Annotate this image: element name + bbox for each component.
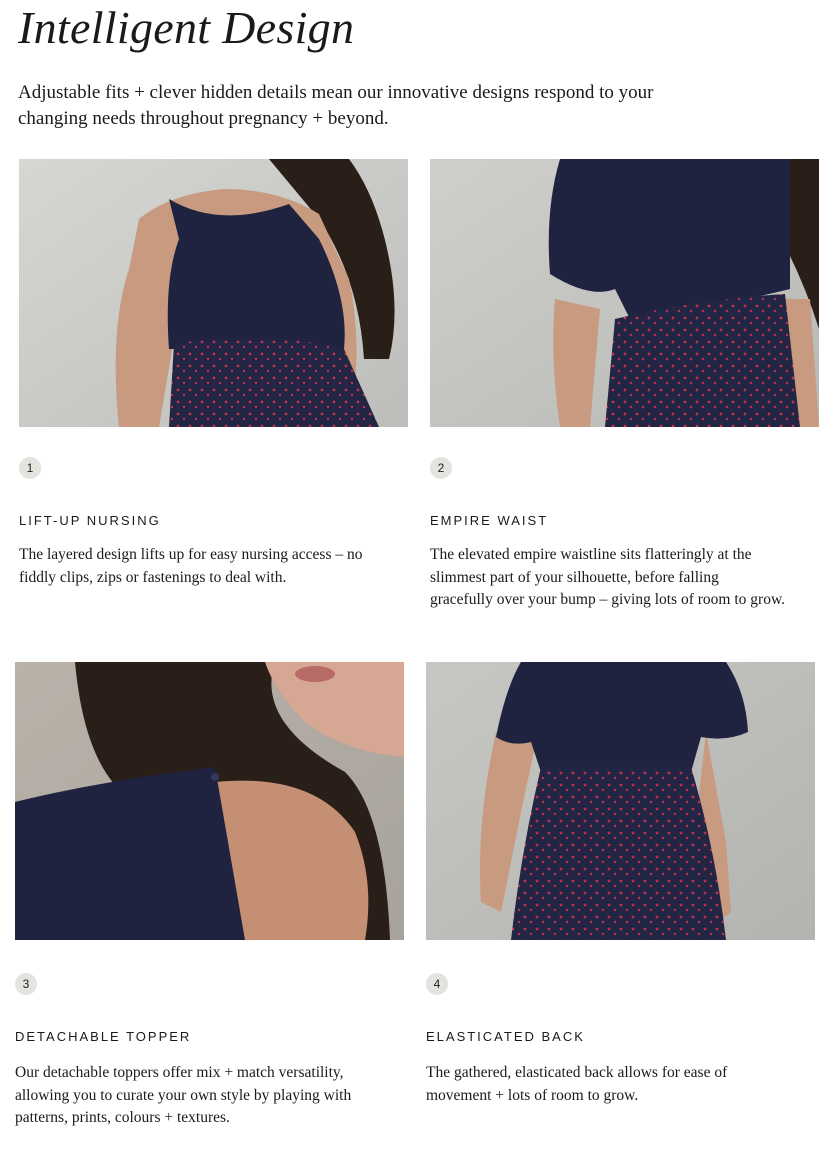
feature-description: The elevated empire waistline sits flatt… [430, 546, 786, 608]
feature-number-badge: 3 [15, 973, 37, 995]
feature-title: LIFT-UP NURSING [19, 513, 161, 528]
feature-photo-detachable-topper [15, 662, 404, 940]
feature-description: The layered design lifts up for easy nur… [19, 546, 363, 586]
feature-number-badge: 4 [426, 973, 448, 995]
feature-number-badge: 1 [19, 457, 41, 479]
feature-card-elasticated-back: 4 ELASTICATED BACK The gathered, elastic… [426, 662, 815, 1104]
page-title: Intelligent Design [18, 2, 355, 53]
feature-card-detachable-topper: 3 DETACHABLE TOPPER Our detachable toppe… [15, 662, 404, 1126]
feature-photo-empire-waist [430, 159, 819, 427]
feature-card-lift-up-nursing: 1 LIFT-UP NURSING The layered design lif… [19, 159, 408, 586]
feature-description: Our detachable toppers offer mix + match… [15, 1064, 352, 1126]
feature-photo-elasticated-back [426, 662, 815, 940]
feature-title: ELASTICATED BACK [426, 1029, 585, 1044]
feature-card-empire-waist: 2 EMPIRE WAIST The elevated empire waist… [430, 159, 819, 608]
feature-number-badge: 2 [430, 457, 452, 479]
feature-title: EMPIRE WAIST [430, 513, 549, 528]
feature-title: DETACHABLE TOPPER [15, 1029, 192, 1044]
feature-description: The gathered, elasticated back allows fo… [426, 1064, 728, 1104]
intro-text: Adjustable fits + clever hidden details … [18, 82, 654, 129]
feature-photo-lift-up-nursing [19, 159, 408, 427]
